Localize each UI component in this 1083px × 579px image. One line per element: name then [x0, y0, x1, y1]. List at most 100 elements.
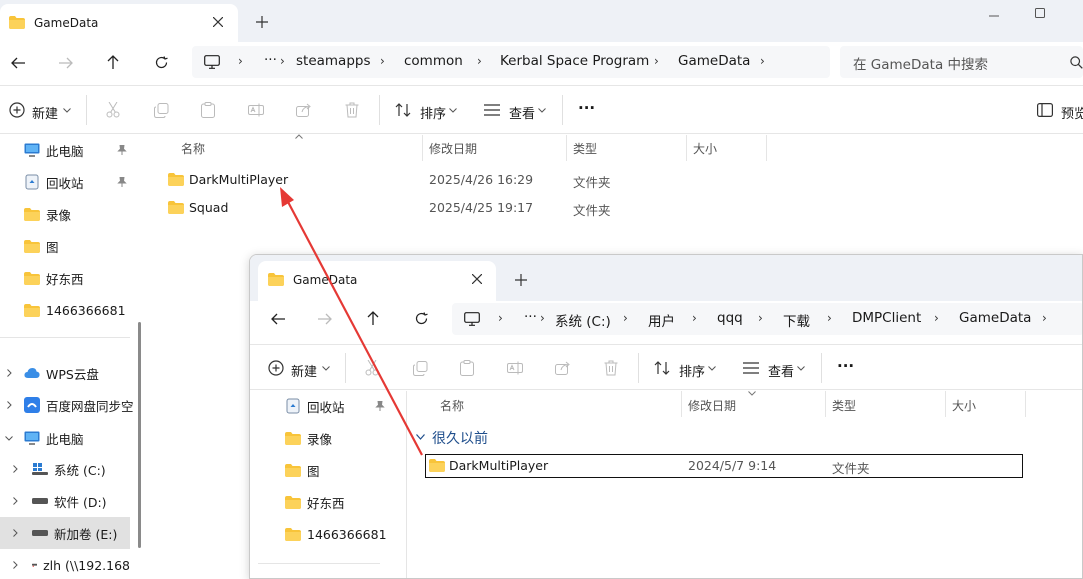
- sidebar-scrollbar[interactable]: [138, 322, 141, 548]
- breadcrumb-qqq[interactable]: qqq: [717, 310, 743, 326]
- chevron-right-icon[interactable]: [10, 495, 20, 507]
- up-arrow-icon[interactable]: [103, 52, 123, 72]
- sidebar-item-folder-1466366681[interactable]: 1466366681: [24, 296, 126, 324]
- sidebar-item-network-drive[interactable]: zlh (\\192.168: [32, 551, 130, 579]
- sidebar-item-recycle-bin[interactable]: 回收站: [285, 392, 345, 420]
- sidebar-item-baidu-sync[interactable]: 百度网盘同步空: [24, 391, 134, 419]
- sidebar-item-folder-1466366681[interactable]: 1466366681: [285, 520, 387, 548]
- sidebar-item-recycle-bin[interactable]: 回收站: [24, 168, 84, 196]
- share-icon[interactable]: [554, 359, 572, 377]
- pin-icon[interactable]: [116, 176, 128, 188]
- tab-gamedata[interactable]: GameData: [258, 261, 496, 301]
- sidebar-item-this-pc[interactable]: 此电脑: [24, 136, 84, 164]
- refresh-icon[interactable]: [151, 52, 171, 72]
- column-header-type[interactable]: 类型: [573, 140, 597, 157]
- up-arrow-icon[interactable]: [363, 308, 383, 328]
- paste-icon[interactable]: [458, 359, 476, 377]
- plus-icon[interactable]: [511, 270, 531, 290]
- chevron-right-icon[interactable]: [10, 527, 20, 539]
- close-icon[interactable]: [467, 269, 487, 289]
- sidebar-item-this-pc-tree[interactable]: 此电脑: [24, 424, 84, 452]
- address-bar[interactable]: › ··· › 系统 (C:) › 用户 › qqq › 下载 › DMPCli…: [452, 303, 1082, 335]
- share-icon[interactable]: [295, 101, 313, 119]
- trash-icon[interactable]: [602, 359, 620, 377]
- refresh-icon[interactable]: [411, 308, 431, 328]
- close-icon[interactable]: [208, 12, 228, 32]
- chevron-down-icon[interactable]: [796, 363, 806, 373]
- new-plus-circle-icon[interactable]: [8, 101, 26, 119]
- copy-icon[interactable]: [411, 359, 429, 377]
- column-header-size[interactable]: 大小: [693, 140, 717, 157]
- chevron-down-icon[interactable]: [321, 363, 331, 373]
- column-divider[interactable]: [945, 391, 946, 417]
- cut-icon[interactable]: [104, 101, 122, 119]
- plus-icon[interactable]: [252, 12, 272, 32]
- sort-icon[interactable]: [653, 359, 671, 377]
- breadcrumb-gamedata[interactable]: GameData: [959, 310, 1031, 326]
- breadcrumb-downloads[interactable]: 下载: [783, 310, 810, 330]
- sidebar-item-folder-good-stuff[interactable]: 好东西: [24, 264, 84, 292]
- breadcrumb-dmpclient[interactable]: DMPClient: [852, 310, 921, 326]
- column-divider[interactable]: [686, 135, 687, 161]
- column-header-date-modified[interactable]: 修改日期: [688, 397, 736, 414]
- preview-pane-icon[interactable]: [1036, 101, 1054, 119]
- minimize-icon[interactable]: [984, 6, 1004, 26]
- chevron-down-icon[interactable]: [537, 105, 547, 115]
- breadcrumb-kerbal-space-program[interactable]: Kerbal Space Program: [500, 53, 649, 69]
- chevron-down-icon[interactable]: [448, 105, 458, 115]
- new-plus-circle-icon[interactable]: [267, 359, 285, 377]
- forward-arrow-icon[interactable]: [315, 309, 335, 329]
- sort-button[interactable]: 排序: [679, 361, 705, 380]
- copy-icon[interactable]: [152, 101, 170, 119]
- view-list-icon[interactable]: [483, 101, 501, 119]
- back-arrow-icon[interactable]: [268, 309, 288, 329]
- sidebar-item-wps-cloud[interactable]: WPS云盘: [24, 359, 99, 387]
- preview-button[interactable]: 预览: [1061, 103, 1083, 122]
- sidebar-item-drive-c[interactable]: 系统 (C:): [32, 455, 106, 483]
- sidebar-item-folder-pictures[interactable]: 图: [285, 456, 320, 484]
- sidebar-item-folder-recording[interactable]: 录像: [24, 200, 71, 228]
- sort-button[interactable]: 排序: [420, 103, 446, 122]
- column-header-size[interactable]: 大小: [952, 397, 976, 414]
- breadcrumb-drive-c[interactable]: 系统 (C:): [555, 310, 611, 330]
- view-button[interactable]: 查看: [509, 103, 535, 122]
- breadcrumb-more[interactable]: ···: [524, 309, 537, 325]
- chevron-right-icon[interactable]: [4, 367, 14, 379]
- column-divider[interactable]: [566, 135, 567, 161]
- column-divider[interactable]: [825, 391, 826, 417]
- new-button[interactable]: 新建: [32, 103, 58, 122]
- breadcrumb-users[interactable]: 用户: [648, 310, 675, 330]
- rename-icon[interactable]: [247, 101, 265, 119]
- sidebar-item-folder-recording[interactable]: 录像: [285, 424, 332, 452]
- table-row-selected[interactable]: DarkMultiPlayer 2024/5/7 9:14 文件夹: [425, 454, 1023, 478]
- maximize-icon[interactable]: [1030, 3, 1050, 23]
- column-divider[interactable]: [1025, 391, 1026, 417]
- rename-icon[interactable]: [506, 359, 524, 377]
- trash-icon[interactable]: [343, 101, 361, 119]
- column-header-date-modified[interactable]: 修改日期: [429, 140, 477, 157]
- sidebar-item-drive-d[interactable]: 软件 (D:): [32, 487, 107, 515]
- column-divider[interactable]: [766, 135, 767, 161]
- chevron-right-icon[interactable]: [10, 463, 20, 475]
- breadcrumb-more[interactable]: ···: [264, 52, 277, 68]
- forward-arrow-icon[interactable]: [56, 53, 76, 73]
- chevron-down-icon[interactable]: [62, 105, 72, 115]
- group-header[interactable]: 很久以前: [415, 427, 535, 449]
- column-divider[interactable]: [681, 391, 682, 417]
- paste-icon[interactable]: [199, 101, 217, 119]
- column-divider[interactable]: [422, 135, 423, 161]
- sidebar-item-folder-good-stuff[interactable]: 好东西: [285, 488, 345, 516]
- sidebar-item-folder-pictures[interactable]: 图: [24, 232, 59, 260]
- column-header-name[interactable]: 名称: [440, 397, 464, 414]
- sidebar-item-drive-e[interactable]: 新加卷 (E:): [32, 519, 117, 547]
- sort-icon[interactable]: [394, 101, 412, 119]
- chevron-down-icon[interactable]: [3, 433, 15, 443]
- pin-icon[interactable]: [374, 400, 386, 412]
- table-row[interactable]: Squad 2025/4/25 19:17 文件夹: [168, 198, 768, 222]
- back-arrow-icon[interactable]: [8, 53, 28, 73]
- chevron-right-icon[interactable]: [10, 559, 20, 571]
- view-list-icon[interactable]: [742, 359, 760, 377]
- breadcrumb-steamapps[interactable]: steamapps: [296, 53, 371, 69]
- view-button[interactable]: 查看: [768, 361, 794, 380]
- pin-icon[interactable]: [116, 144, 128, 156]
